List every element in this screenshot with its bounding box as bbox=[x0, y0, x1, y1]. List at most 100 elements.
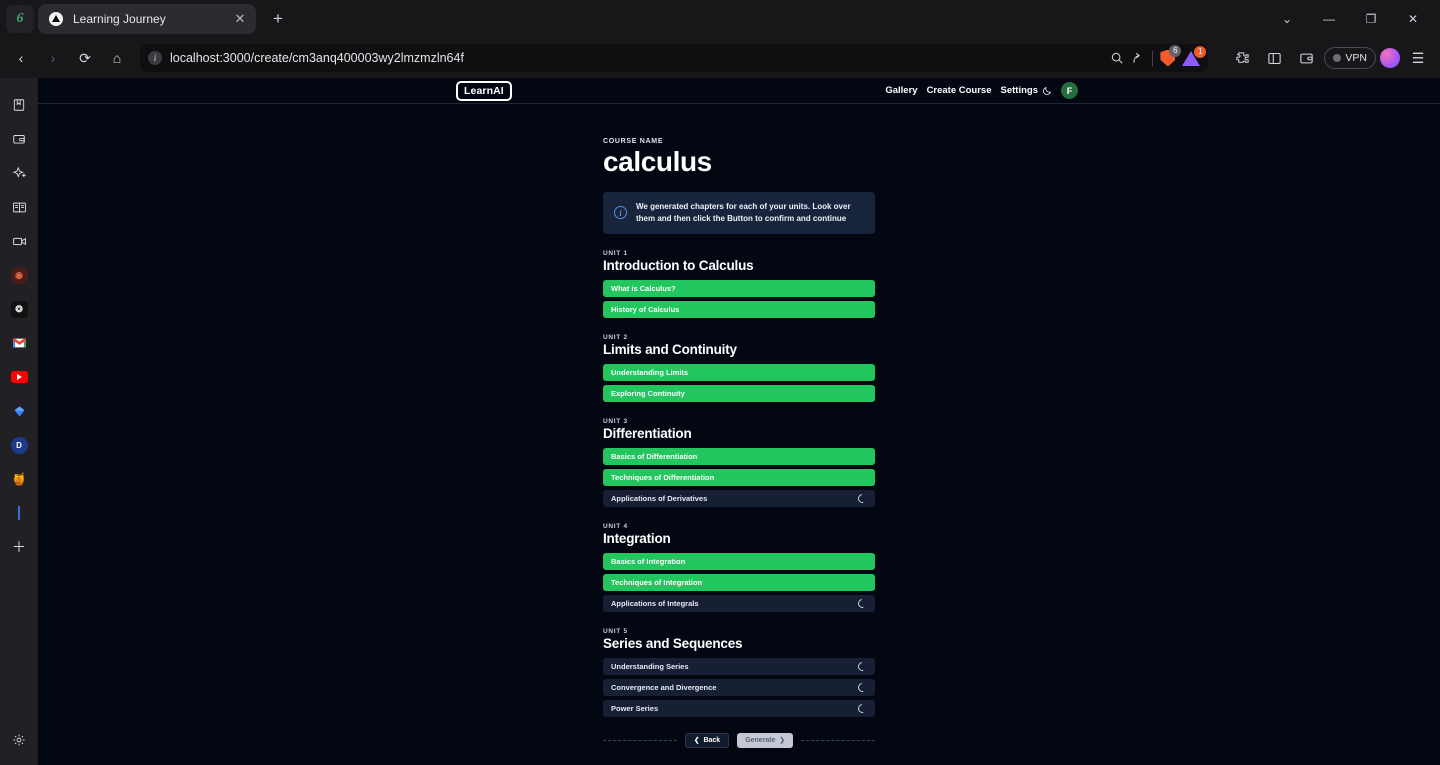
site-info-icon[interactable]: i bbox=[148, 51, 162, 65]
reload-icon[interactable]: ⟳ bbox=[70, 44, 100, 72]
browser-tab[interactable]: Learning Journey ✕ bbox=[38, 4, 256, 34]
vpn-button[interactable]: VPN bbox=[1324, 47, 1376, 69]
chapter-row[interactable]: Techniques of Differentiation bbox=[603, 468, 875, 486]
divider-icon bbox=[1152, 50, 1154, 66]
chapter-name: Basics of Integration bbox=[611, 556, 686, 566]
chapter-name: Techniques of Differentiation bbox=[611, 472, 715, 482]
chapter-row[interactable]: Basics of Differentiation bbox=[603, 447, 875, 465]
browser-window: 6 Learning Journey ✕ + ⌄ — ❐ ✕ ‹ › ⟳ ⌂ i… bbox=[0, 0, 1440, 765]
unit-title: Introduction to Calculus bbox=[603, 257, 754, 273]
chapter-name: Techniques of Integration bbox=[611, 577, 703, 587]
chapter-name: Power Series bbox=[611, 703, 659, 713]
chapter-row[interactable]: History of Calculus bbox=[603, 300, 875, 318]
leo-ai-icon[interactable] bbox=[0, 156, 38, 190]
header-icons: F bbox=[1039, 82, 1078, 99]
units-list: UNIT 1 Introduction to Calculus What is Ca… bbox=[603, 250, 875, 717]
minimize-icon[interactable]: — bbox=[1308, 4, 1350, 34]
url-text: localhost:3000/create/cm3anq400003wy2lmz… bbox=[170, 51, 464, 65]
chapter-row[interactable]: What is Calculus? bbox=[603, 279, 875, 297]
chapter-row[interactable]: Applications of Derivatives bbox=[603, 489, 875, 507]
brave-logo-icon: 6 bbox=[16, 11, 24, 26]
back-button-label: Back bbox=[703, 736, 721, 744]
brave-rewards-button[interactable]: 1 bbox=[1182, 45, 1207, 66]
unit-block: UNIT 2 Limits and Continuity Understanding… bbox=[603, 334, 875, 402]
generate-button-label: Generate bbox=[745, 736, 776, 744]
chevron-down-icon[interactable]: ⌄ bbox=[1266, 4, 1308, 34]
menu-icon[interactable]: ☰ bbox=[1404, 44, 1432, 72]
unit-block: UNIT 3 Differentiation Basics of Different… bbox=[603, 418, 875, 507]
chapter-row[interactable]: Basics of Integration bbox=[603, 552, 875, 570]
home-icon[interactable]: ⌂ bbox=[102, 44, 132, 72]
wallet-icon[interactable] bbox=[0, 122, 38, 156]
window-close-icon[interactable]: ✕ bbox=[1392, 4, 1434, 34]
vpn-status-icon bbox=[1333, 54, 1342, 62]
info-icon: i bbox=[614, 206, 627, 220]
search-icon[interactable] bbox=[1110, 51, 1124, 65]
youtube-icon[interactable] bbox=[0, 360, 38, 394]
maximize-icon[interactable]: ❐ bbox=[1350, 4, 1392, 34]
chapter-list: Understanding Series Convergence and Dive… bbox=[603, 657, 875, 717]
nav-item-gallery[interactable]: Gallery bbox=[885, 85, 917, 96]
chapter-row[interactable]: Exploring Continuity bbox=[603, 384, 875, 402]
unit-label: UNIT 1 bbox=[603, 249, 628, 257]
profile-avatar[interactable] bbox=[1380, 48, 1400, 68]
tab-strip: 6 Learning Journey ✕ + ⌄ — ❐ ✕ bbox=[0, 0, 1440, 38]
moon-icon[interactable] bbox=[1039, 83, 1055, 99]
avatar[interactable]: F bbox=[1061, 82, 1078, 99]
brave-logo-button[interactable]: 6 bbox=[6, 5, 34, 33]
info-banner-text: We generated chapters for each of your u… bbox=[636, 201, 851, 223]
chatgpt-icon[interactable]: ❂ bbox=[0, 292, 38, 326]
bookmarks-icon[interactable] bbox=[0, 88, 38, 122]
chapter-row[interactable]: Applications of Integrals bbox=[603, 594, 875, 612]
chapter-name: Understanding Series bbox=[611, 661, 689, 671]
nav-item-create-course[interactable]: Create Course bbox=[927, 85, 992, 96]
chapter-row[interactable]: Understanding Series bbox=[603, 657, 875, 675]
wallet-icon[interactable] bbox=[1292, 44, 1320, 72]
generate-button[interactable]: Generate ❯ bbox=[737, 732, 793, 748]
unit-title: Limits and Continuity bbox=[603, 341, 737, 357]
add-icon[interactable]: ＋ bbox=[0, 530, 38, 564]
rewards-count-badge: 1 bbox=[1194, 45, 1207, 58]
back-icon[interactable]: ‹ bbox=[6, 44, 36, 72]
gmail-icon[interactable] bbox=[0, 326, 38, 360]
sidebar-icon[interactable] bbox=[1260, 44, 1288, 72]
loading-spinner-icon bbox=[856, 660, 869, 673]
chapter-row[interactable]: Understanding Limits bbox=[603, 363, 875, 381]
back-button[interactable]: ❮ Back bbox=[685, 732, 730, 748]
share-icon[interactable] bbox=[1131, 51, 1145, 65]
chapter-row[interactable]: Techniques of Integration bbox=[603, 573, 875, 591]
course-name-label: COURSE NAME bbox=[603, 138, 664, 145]
page-title: calculus bbox=[603, 146, 712, 177]
honey-icon[interactable]: 🍯 bbox=[0, 462, 38, 496]
chapter-list: Basics of Differentiation Techniques of D… bbox=[603, 447, 875, 507]
info-banner: i We generated chapters for each of your… bbox=[603, 191, 875, 234]
chapter-list: What is Calculus? History of Calculus bbox=[603, 279, 875, 318]
d-app-icon[interactable]: D bbox=[0, 428, 38, 462]
new-tab-button[interactable]: + bbox=[264, 5, 292, 33]
reading-list-icon[interactable] bbox=[0, 190, 38, 224]
loading-spinner-icon bbox=[856, 681, 869, 694]
chapter-list: Basics of Integration Techniques of Integ… bbox=[603, 552, 875, 612]
talk-video-icon[interactable] bbox=[0, 224, 38, 258]
unit-block: UNIT 4 Integration Basics of Integration Te… bbox=[603, 523, 875, 612]
extensions-icon[interactable] bbox=[1228, 44, 1256, 72]
unit-label: UNIT 4 bbox=[603, 522, 628, 530]
divider-left bbox=[603, 739, 677, 741]
triangle-favicon bbox=[49, 12, 63, 26]
app-logo[interactable]: LearnAI bbox=[456, 80, 512, 101]
browser-body: ◉ ❂ D 🍯 ＋ LearnAI Gallery Create Course … bbox=[0, 78, 1440, 765]
brave-search-icon[interactable]: ◉ bbox=[0, 258, 38, 292]
chapter-row[interactable]: Power Series bbox=[603, 699, 875, 717]
brave-shields-button[interactable]: 6 bbox=[1160, 44, 1182, 67]
browser-toolbar: ‹ › ⟳ ⌂ i localhost:3000/create/cm3anq40… bbox=[0, 38, 1440, 78]
chapter-name: Convergence and Divergence bbox=[611, 682, 717, 692]
address-bar[interactable]: i localhost:3000/create/cm3anq400003wy2l… bbox=[140, 44, 1209, 72]
unit-label: UNIT 3 bbox=[603, 417, 628, 425]
nav-item-settings[interactable]: Settings bbox=[1001, 85, 1038, 96]
close-icon[interactable]: ✕ bbox=[232, 11, 248, 27]
footer-actions: ❮ Back Generate ❯ bbox=[603, 732, 875, 765]
forward-icon[interactable]: › bbox=[38, 44, 68, 72]
settings-gear-icon[interactable] bbox=[0, 723, 38, 757]
chapter-row[interactable]: Convergence and Divergence bbox=[603, 678, 875, 696]
gem-icon[interactable] bbox=[0, 394, 38, 428]
